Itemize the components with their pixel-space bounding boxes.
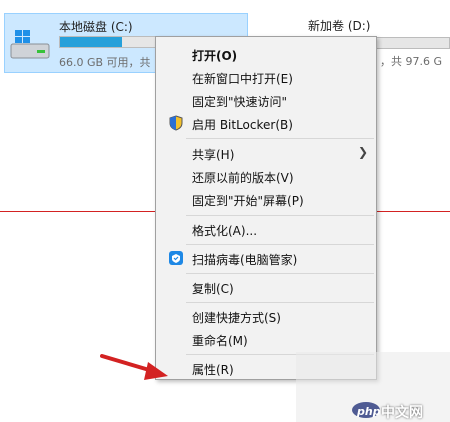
red-arrow-annotation (100, 354, 168, 380)
menu-item-pin-start[interactable]: 固定到"开始"屏幕(P) (156, 188, 376, 210)
shield-icon (169, 115, 183, 131)
menu-item-label: 扫描病毒(电脑管家) (192, 253, 298, 267)
menu-item-label: 启用 BitLocker(B) (192, 118, 293, 132)
menu-item-label: 打开(O) (192, 49, 238, 63)
menu-separator (186, 138, 374, 139)
menu-separator (186, 244, 374, 245)
menu-item-copy[interactable]: 复制(C) (156, 276, 376, 298)
drive-c-usage-fill (60, 37, 123, 47)
menu-separator (186, 273, 374, 274)
php-logo: php (357, 405, 381, 418)
menu-separator (186, 302, 374, 303)
menu-item-label: 重命名(M) (192, 334, 248, 348)
menu-item-open-new-window[interactable]: 在新窗口中打开(E) (156, 66, 376, 88)
menu-item-open[interactable]: 打开(O) (156, 43, 376, 65)
menu-item-scan-virus[interactable]: 扫描病毒(电脑管家) (156, 247, 376, 269)
windows-drive-icon (10, 30, 50, 59)
menu-item-create-shortcut[interactable]: 创建快捷方式(S) (156, 305, 376, 327)
menu-item-label: 属性(R) (192, 363, 234, 377)
menu-item-label: 创建快捷方式(S) (192, 311, 281, 325)
chevron-right-icon: ❯ (357, 145, 368, 159)
menu-item-label: 在新窗口中打开(E) (192, 72, 293, 86)
menu-item-share[interactable]: 共享(H) ❯ (156, 142, 376, 164)
context-menu: 打开(O) 在新窗口中打开(E) 固定到"快速访问" 启用 BitLocker(… (155, 36, 377, 380)
drive-d-space: ，共 97.6 G (380, 55, 443, 68)
antivirus-icon (169, 251, 183, 265)
menu-item-rename[interactable]: 重命名(M) (156, 328, 376, 350)
menu-separator (186, 215, 374, 216)
watermark-text: 中文网 (381, 405, 423, 421)
menu-item-label: 格式化(A)... (192, 224, 258, 238)
drive-d-name: 新加卷 (D:) (308, 19, 371, 33)
menu-item-label: 复制(C) (192, 282, 234, 296)
menu-item-label: 还原以前的版本(V) (192, 171, 294, 185)
drive-c-name: 本地磁盘 (C:) (59, 20, 133, 34)
menu-item-format[interactable]: 格式化(A)... (156, 218, 376, 240)
menu-item-pin-quick-access[interactable]: 固定到"快速访问" (156, 89, 376, 111)
menu-item-restore-previous[interactable]: 还原以前的版本(V) (156, 165, 376, 187)
drive-c-space: 66.0 GB 可用，共 (59, 56, 151, 69)
menu-item-label: 共享(H) (192, 148, 235, 162)
menu-item-label: 固定到"快速访问" (192, 95, 288, 109)
menu-item-label: 固定到"开始"屏幕(P) (192, 194, 304, 208)
menu-item-bitlocker[interactable]: 启用 BitLocker(B) (156, 112, 376, 134)
